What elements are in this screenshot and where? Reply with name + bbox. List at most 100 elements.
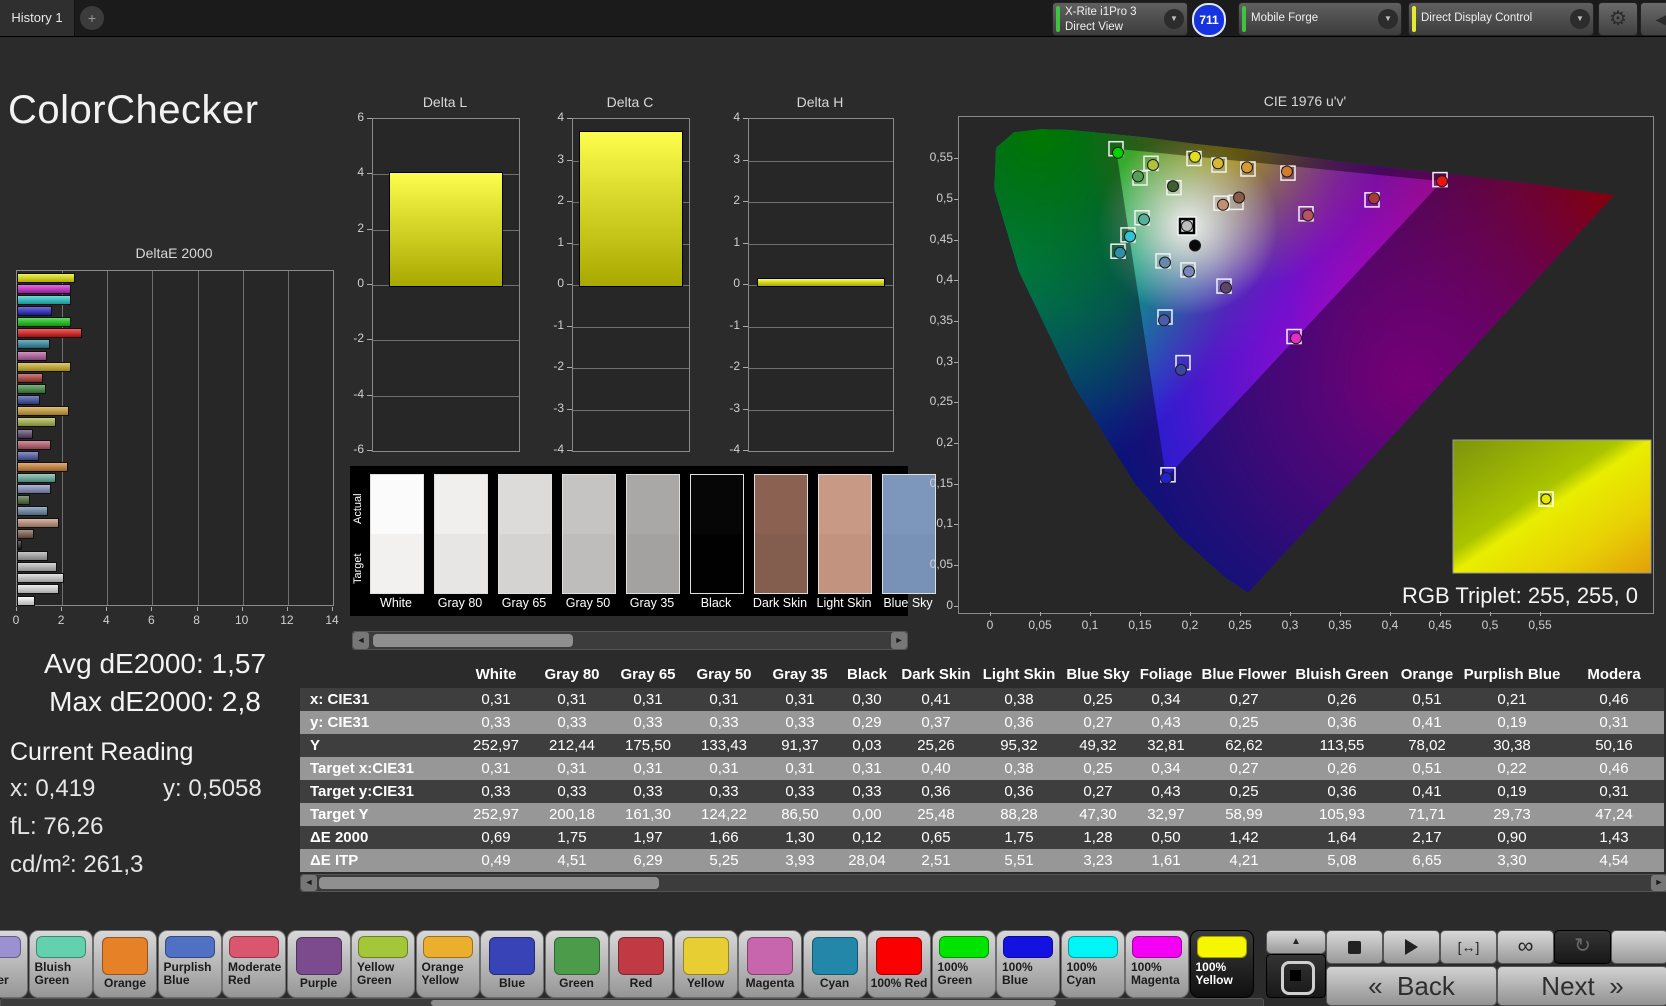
patch-label: Green [546, 977, 608, 990]
gridline [573, 327, 689, 328]
swatch-gray-35[interactable] [626, 474, 680, 594]
add-tab-button[interactable]: + [80, 6, 104, 30]
patch-button-blue[interactable]: Blue [480, 930, 544, 998]
cell: 32,97 [1134, 803, 1198, 826]
cell: 1,66 [686, 826, 762, 849]
patch-button-100-blue[interactable]: 100%Blue [996, 930, 1060, 998]
cell: 49,32 [1062, 734, 1134, 757]
back-button[interactable]: « Back [1326, 966, 1497, 1006]
y-tick-label: -4 [712, 442, 740, 456]
scrollbar-thumb[interactable] [319, 877, 659, 889]
scrollbar-thumb[interactable] [431, 1000, 1056, 1006]
cell: 0,65 [896, 826, 976, 849]
swatch-gray-50[interactable] [562, 474, 616, 594]
patch-button-cyan[interactable]: Cyan [803, 930, 867, 998]
delta-l-chart: Delta L6420-2-4-6 [336, 92, 536, 462]
patch-label: Purple [288, 977, 350, 990]
patch-button-blue-flower[interactable]: BlueFlower [0, 930, 28, 998]
tick [743, 243, 748, 244]
patch-button-magenta[interactable]: Magenta [738, 930, 802, 998]
settings-button[interactable]: ⚙ [1598, 2, 1638, 36]
cell: 175,50 [610, 734, 686, 757]
chevron-down-icon: ▼ [1570, 9, 1590, 29]
delta-l-title: Delta L [372, 94, 518, 110]
table-row-x-cie31: x: CIE310,310,310,310,310,310,300,410,38… [300, 688, 1664, 711]
patch-button-100-cyan[interactable]: 100%Cyan [1061, 930, 1125, 998]
meter-dropdown[interactable]: X-Rite i1Pro 3 Direct View ▼ [1052, 2, 1188, 36]
gridline [749, 244, 893, 245]
patch-button-purplish-blue[interactable]: PurplishBlue [158, 930, 222, 998]
tick [1040, 612, 1041, 616]
workflow-status-indicator [1412, 6, 1416, 32]
scroll-right-icon[interactable]: ► [891, 632, 907, 649]
swatch-gray-80[interactable] [434, 474, 488, 594]
patch-button-yellow-green[interactable]: YellowGreen [351, 930, 415, 998]
cell: 0,30 [838, 688, 896, 711]
swatch-black[interactable] [690, 474, 744, 594]
source-status-indicator [1242, 6, 1246, 32]
scrollbar-thumb[interactable] [373, 634, 573, 647]
swatch-dark-skin[interactable] [754, 474, 808, 594]
gear-icon: ⚙ [1609, 8, 1627, 30]
cie-y-tick-label: 0,45 [915, 232, 953, 246]
patch-button-purple[interactable]: Purple [287, 930, 351, 998]
bar-purplish-blue [17, 451, 39, 461]
patch-button-moderate-red[interactable]: ModerateRed [222, 930, 286, 998]
tick [567, 326, 572, 327]
cell: 50,16 [1564, 734, 1664, 757]
cell: 0,43 [1134, 780, 1198, 803]
cell: 0,34 [1134, 688, 1198, 711]
row-label: ΔE 2000 [300, 826, 458, 849]
patch-button-green[interactable]: Green [545, 930, 609, 998]
bar-100-magenta [17, 284, 71, 294]
cell: 0,25 [1062, 688, 1134, 711]
patch-button-red[interactable]: Red [609, 930, 673, 998]
y-tick-label: -2 [336, 331, 364, 345]
cell: 200,18 [534, 803, 610, 826]
swatch-white[interactable] [370, 474, 424, 594]
workflow-dropdown[interactable]: Direct Display Control ▼ [1408, 2, 1594, 36]
next-button[interactable]: Next » [1497, 966, 1666, 1006]
bar-magenta [17, 351, 47, 361]
patch-button-100-green[interactable]: 100%Green [932, 930, 996, 998]
patch-button-orange-yellow[interactable]: OrangeYellow [416, 930, 480, 998]
patch-button-100-red[interactable]: 100% Red [867, 930, 931, 998]
patch-button-yellow[interactable]: Yellow [674, 930, 738, 998]
pattern-window-button[interactable] [1266, 954, 1326, 998]
extra-transport-button[interactable] [1611, 930, 1666, 964]
cell: 0,90 [1460, 826, 1564, 849]
gridline [243, 271, 244, 605]
tick [567, 450, 572, 451]
column-header-purplish-blue: Purplish Blue [1460, 660, 1564, 688]
swatch-strip-scrollbar[interactable]: ◄ ► [352, 631, 908, 650]
patch-button-orange[interactable]: Orange [93, 930, 157, 998]
scroll-right-icon[interactable]: ► [1651, 875, 1666, 891]
cell: 0,31 [534, 757, 610, 780]
patch-button-100-magenta[interactable]: 100%Magenta [1125, 930, 1189, 998]
patch-button-100-yellow[interactable]: 100%Yellow [1190, 930, 1254, 998]
tab-history-1[interactable]: History 1 [0, 0, 75, 36]
range-button[interactable]: [↔] [1440, 930, 1497, 964]
play-button[interactable] [1383, 930, 1440, 964]
patch-label: BlueFlower [0, 961, 27, 987]
tick [954, 199, 958, 200]
patch-label: 100%Cyan [1062, 961, 1124, 987]
table-scrollbar[interactable]: ◄ ► [300, 874, 1666, 892]
meter-count-badge[interactable]: 711 [1192, 3, 1226, 37]
swatch-gray-65[interactable] [498, 474, 552, 594]
patch-button-bluish-green[interactable]: BluishGreen [29, 930, 93, 998]
scroll-left-icon[interactable]: ◄ [353, 632, 369, 649]
scroll-left-icon[interactable]: ◄ [301, 875, 317, 891]
collapse-panel-button[interactable]: ◀ [1640, 2, 1666, 36]
tick [954, 524, 958, 525]
bar-gray-50 [17, 562, 57, 572]
loop-button[interactable]: ∞ [1497, 930, 1554, 964]
patch-list-scrollbar[interactable] [0, 998, 1264, 1006]
deltae2000-chart-title: DeltaE 2000 [16, 245, 332, 261]
expand-patch-list-button[interactable]: ▲ [1266, 930, 1326, 954]
swatch-light-skin[interactable] [818, 474, 872, 594]
chevron-left-icon: ◀ [1656, 11, 1666, 27]
stop-button[interactable] [1326, 930, 1383, 964]
source-dropdown[interactable]: Mobile Forge ▼ [1238, 2, 1402, 36]
sync-button[interactable]: ↻ [1554, 930, 1611, 964]
